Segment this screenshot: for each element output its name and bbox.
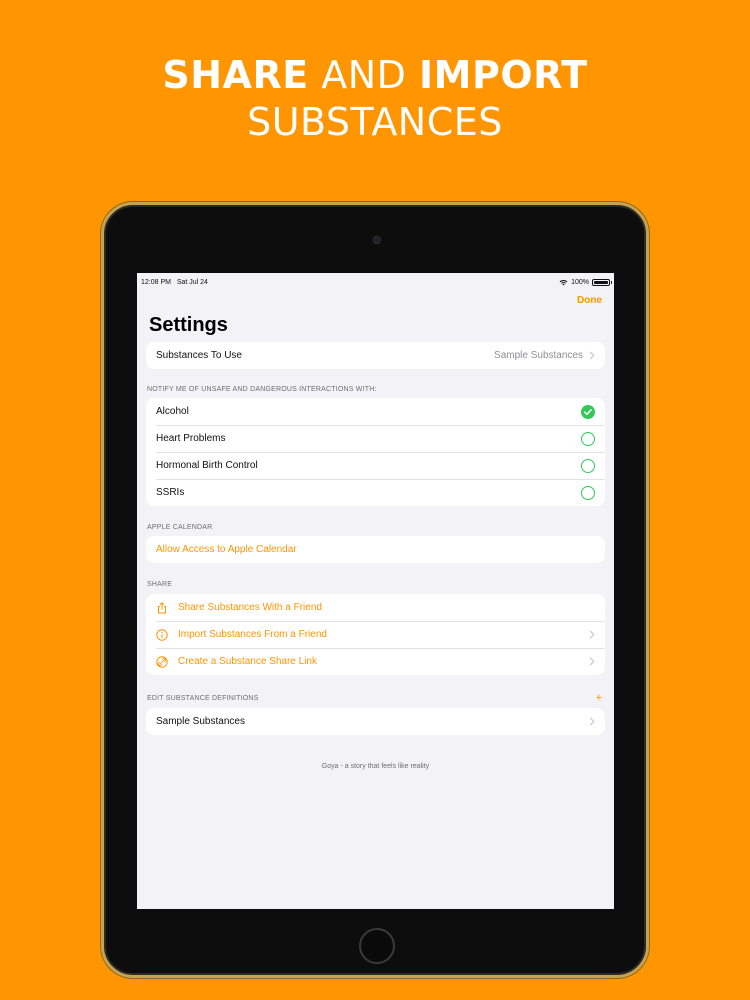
substances-to-use-group: Substances To Use Sample Substances (146, 342, 605, 369)
interaction-row-heart-problems[interactable]: Heart Problems (146, 425, 605, 452)
status-left: 12:08 PM Sat Jul 24 (141, 279, 208, 286)
interaction-label: Alcohol (156, 406, 189, 417)
headline-and: AND (321, 53, 407, 97)
camera-dot (373, 236, 381, 244)
info-icon (156, 628, 168, 641)
definitions-group: Sample Substances (146, 708, 605, 735)
calendar-header: APPLE CALENDAR (147, 524, 213, 531)
page-title: Settings (149, 314, 228, 336)
interaction-label: Heart Problems (156, 433, 226, 444)
interaction-label: SSRIs (156, 487, 185, 498)
battery-icon (592, 278, 612, 286)
interaction-label: Hormonal Birth Control (156, 460, 258, 471)
headline-import: IMPORT (419, 53, 588, 97)
substances-to-use-value: Sample Substances (494, 350, 583, 361)
empty-circle-icon[interactable] (581, 431, 595, 446)
headline-share: SHARE (162, 53, 309, 97)
interaction-row-hormonal-birth-control[interactable]: Hormonal Birth Control (146, 452, 605, 479)
link-icon (156, 655, 168, 668)
allow-calendar-label: Allow Access to Apple Calendar (156, 544, 297, 555)
empty-circle-icon[interactable] (581, 458, 595, 473)
interaction-row-ssris[interactable]: SSRIs (146, 479, 605, 506)
import-substances-label: Import Substances From a Friend (178, 629, 327, 640)
chevron-right-icon (589, 657, 595, 666)
substances-to-use-row[interactable]: Substances To Use Sample Substances (146, 342, 605, 369)
definitions-header-row: EDIT SUBSTANCE DEFINITIONS + (137, 692, 614, 704)
share-substances-button[interactable]: Share Substances With a Friend (146, 594, 605, 621)
wifi-icon (559, 279, 568, 285)
share-substances-label: Share Substances With a Friend (178, 602, 322, 613)
status-date: Sat Jul 24 (176, 278, 208, 286)
share-header: SHARE (147, 581, 173, 588)
headline-line-2: SUBSTANCES (247, 100, 503, 144)
import-substances-button[interactable]: Import Substances From a Friend (146, 621, 605, 648)
home-button[interactable] (359, 928, 395, 964)
substances-to-use-label: Substances To Use (156, 350, 242, 361)
checkmark-circle-icon[interactable] (581, 404, 595, 419)
add-definition-button[interactable]: + (596, 692, 602, 704)
chevron-right-icon (589, 630, 595, 639)
battery-percent: 100% (571, 278, 589, 286)
chevron-right-icon (589, 351, 595, 360)
calendar-group: Allow Access to Apple Calendar (146, 536, 605, 563)
footer-text: Goya - a story that feels like reality (321, 763, 430, 770)
create-share-link-button[interactable]: Create a Substance Share Link (146, 648, 605, 675)
definitions-header: EDIT SUBSTANCE DEFINITIONS (147, 694, 259, 702)
create-share-link-label: Create a Substance Share Link (178, 656, 317, 667)
definition-row-sample-substances[interactable]: Sample Substances (146, 708, 605, 735)
interaction-row-alcohol[interactable]: Alcohol (146, 398, 605, 425)
headline-line-1: SHARE AND IMPORT (0, 52, 750, 98)
status-time: 12:08 PM (141, 278, 171, 286)
share-icon (158, 601, 166, 613)
interactions-group: Alcohol Heart Problems Hormonal Birth Co… (146, 398, 605, 506)
definition-label: Sample Substances (156, 716, 245, 727)
promo-headline: SHARE AND IMPORT SUBSTANCES (0, 52, 750, 146)
interactions-header: NOTIFY ME OF UNSAFE AND DANGEROUS INTERA… (147, 386, 377, 393)
allow-calendar-access-button[interactable]: Allow Access to Apple Calendar (146, 536, 605, 563)
empty-circle-icon[interactable] (581, 485, 595, 500)
status-bar: 12:08 PM Sat Jul 24 100% (137, 276, 614, 288)
ipad-frame: 12:08 PM Sat Jul 24 100% Done Settings S… (101, 202, 649, 978)
done-button[interactable]: Done (577, 295, 602, 306)
share-group: Share Substances With a Friend Import Su… (146, 594, 605, 675)
nav-bar: Done (137, 288, 614, 308)
status-right: 100% (559, 278, 612, 286)
app-screen: 12:08 PM Sat Jul 24 100% Done Settings S… (137, 273, 614, 909)
chevron-right-icon (589, 717, 595, 726)
